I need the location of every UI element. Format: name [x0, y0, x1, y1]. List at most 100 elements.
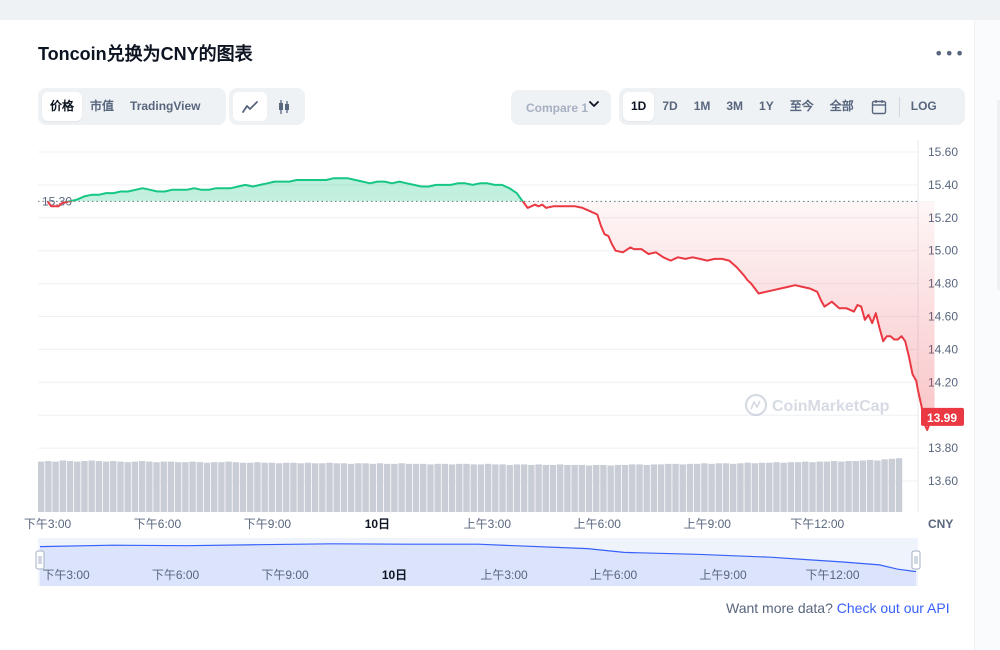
volume-bar	[866, 459, 874, 512]
volume-bar	[398, 463, 405, 512]
volume-bar	[427, 464, 434, 512]
volume-bar	[412, 463, 420, 512]
volume-bar	[520, 464, 528, 512]
volume-bar	[45, 461, 52, 512]
volume-bar	[369, 463, 376, 512]
volume-bar	[593, 464, 600, 512]
navigator-tick-label: 10日	[382, 568, 407, 582]
navigator-tick-label: 上午6:00	[590, 568, 638, 582]
volume-bar	[542, 464, 549, 512]
volume-bar	[665, 463, 672, 512]
volume-bar	[355, 463, 362, 512]
volume-bar	[528, 464, 535, 512]
navigator-tick-label: 下午9:00	[261, 568, 309, 582]
volume-bar	[261, 462, 268, 512]
volume-bar	[766, 462, 773, 512]
volume-bar	[189, 461, 196, 512]
volume-bar	[535, 464, 542, 512]
volume-bar	[773, 462, 780, 512]
navigator-handle-left[interactable]	[35, 550, 45, 570]
volume-bar	[852, 461, 859, 512]
navigator-tick-label: 上午9:00	[699, 568, 747, 582]
volume-bar	[333, 463, 340, 512]
price-chart[interactable]: 15.6015.4015.2015.0014.8014.6014.4014.20…	[0, 0, 1000, 650]
y-tick-label: 13.80	[928, 441, 958, 455]
x-tick-label: 下午12:00	[790, 517, 844, 531]
x-tick-label: 下午6:00	[134, 517, 182, 531]
volume-bar	[95, 461, 103, 512]
volume-bar	[247, 462, 254, 512]
x-tick-label: 上午3:00	[464, 517, 512, 531]
y-tick-label: 15.40	[928, 178, 958, 192]
volume-bar	[838, 461, 845, 512]
volume-bar	[751, 463, 759, 512]
volume-bar	[182, 462, 189, 512]
volume-bar	[794, 462, 802, 512]
volume-bar	[81, 461, 88, 512]
volume-bar	[196, 462, 203, 512]
volume-bar	[578, 464, 586, 512]
volume-bar	[275, 463, 283, 512]
navigator-handle-right[interactable]	[911, 550, 921, 570]
volume-bar	[434, 463, 441, 512]
volume-bar	[297, 463, 304, 512]
volume-bar	[463, 463, 470, 512]
volume-bar	[405, 463, 413, 512]
volume-bar	[895, 458, 903, 512]
volume-bar	[477, 464, 485, 512]
volume-bar	[268, 462, 276, 512]
navigator-tick-label: 上午3:00	[480, 568, 528, 582]
api-promo: Want more data? Check out our API	[726, 600, 950, 616]
volume-bar	[809, 462, 816, 512]
x-tick-label: 上午6:00	[574, 517, 622, 531]
volume-bar	[218, 462, 225, 512]
volume-bar	[239, 462, 247, 512]
volume-bar	[686, 463, 694, 512]
volume-bar	[448, 464, 456, 512]
volume-bar	[203, 462, 211, 512]
watermark-text: CoinMarketCap	[772, 398, 890, 415]
volume-bar	[679, 464, 686, 512]
volume-bar	[146, 461, 153, 512]
volume-bar	[730, 463, 737, 512]
volume-bar	[441, 463, 449, 512]
volume-bar	[110, 461, 117, 512]
volume-bar	[174, 462, 182, 512]
volume-bar	[650, 464, 658, 512]
volume-bar	[513, 464, 521, 512]
volume-bar	[830, 461, 838, 512]
coinmarketcap-logo-icon: CoinMarketCap	[744, 393, 890, 417]
volume-bar	[319, 463, 326, 512]
volume-bar	[506, 464, 513, 512]
volume-bar	[600, 464, 607, 512]
volume-bar	[722, 463, 730, 512]
volume-bar	[470, 464, 477, 512]
api-link[interactable]: Check out our API	[837, 600, 950, 616]
volume-bar	[845, 461, 852, 512]
volume-bar	[225, 461, 232, 512]
volume-bar	[874, 460, 881, 512]
volume-bar	[585, 465, 593, 512]
volume-bar	[290, 462, 297, 512]
volume-bar	[138, 461, 146, 512]
volume-bar	[708, 463, 715, 512]
navigator-tick-label: 下午6:00	[152, 568, 200, 582]
volume-bar	[153, 462, 160, 512]
navigator-tick-label: 下午3:00	[42, 568, 90, 582]
y-tick-label: 13.60	[928, 474, 958, 488]
x-tick-label: 上午9:00	[684, 517, 732, 531]
volume-bar	[340, 463, 348, 512]
volume-bar	[211, 462, 218, 512]
volume-bar	[160, 461, 167, 512]
volume-bar	[758, 462, 766, 512]
navigator-tick-label: 下午12:00	[805, 568, 859, 582]
volume-bar	[283, 462, 290, 512]
volume-bar	[614, 464, 622, 512]
volume-bar	[564, 464, 571, 512]
volume-bar	[102, 461, 110, 512]
volume-bar	[124, 462, 131, 512]
volume-bar	[672, 463, 679, 512]
volume-bar	[780, 462, 787, 512]
volume-bar	[254, 462, 261, 512]
volume-bar	[492, 464, 499, 512]
